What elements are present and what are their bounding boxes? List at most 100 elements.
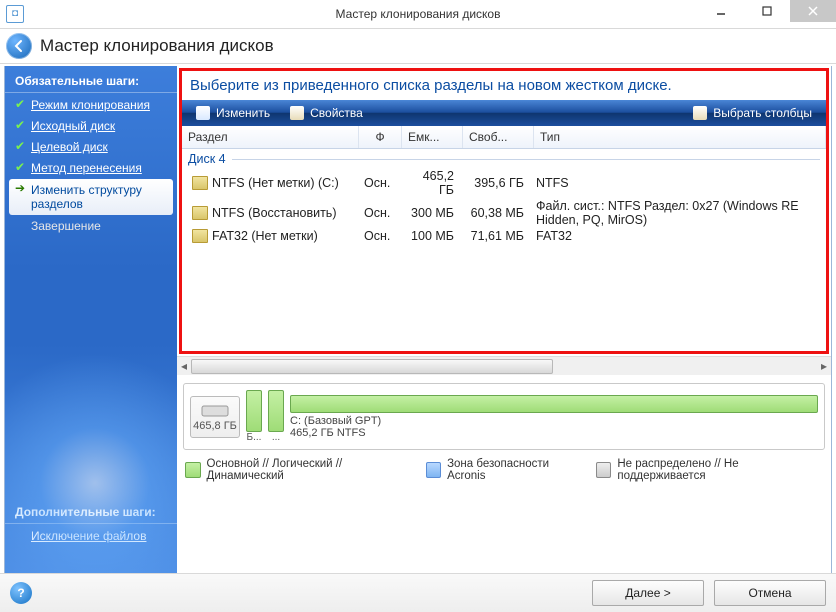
sidebar-step-finish: Завершение: [9, 216, 173, 236]
instruction-text: Выберите из приведенного списка разделы …: [182, 71, 826, 100]
back-button[interactable]: [6, 33, 32, 59]
cell-partition: FAT32 (Нет метки): [212, 229, 318, 243]
legend-swatch-unallocated: [596, 462, 612, 478]
page-title: Мастер клонирования дисков: [40, 36, 274, 56]
cancel-label: Отмена: [748, 586, 791, 600]
sidebar-step-label: Метод перенесения: [31, 161, 142, 175]
horizontal-scrollbar[interactable]: ◂ ▸: [177, 356, 831, 375]
col-free[interactable]: Своб...: [463, 126, 534, 148]
column-headers: Раздел Ф Емк... Своб... Тип: [182, 126, 826, 149]
mini-label: Б...: [247, 432, 262, 443]
help-icon: ?: [17, 586, 24, 600]
partition-block-small[interactable]: [246, 390, 262, 432]
sidebar-additional-label: Исключение файлов: [31, 529, 146, 543]
edit-icon: [196, 106, 210, 120]
columns-icon: [693, 106, 707, 120]
sidebar-step-label: Изменить структуру разделов: [31, 183, 142, 211]
next-label: Далее >: [625, 586, 671, 600]
disk-total-size: 465,8 ГБ: [193, 420, 237, 432]
toolbar-props-button[interactable]: Свойства: [280, 100, 373, 126]
partition-toolbar: Изменить Свойства Выбрать столбцы: [182, 100, 826, 126]
sidebar-step-change-layout[interactable]: ➔ Изменить структуру разделов: [9, 179, 173, 215]
cell-type: NTFS: [530, 176, 826, 190]
cell-capacity: 465,2 ГБ: [400, 169, 460, 197]
legend-swatch-primary: [185, 462, 201, 478]
partition-block-small[interactable]: [268, 390, 284, 432]
sidebar-step-clone-mode[interactable]: ✔ Режим клонирования: [9, 95, 173, 115]
maximize-button[interactable]: [744, 0, 790, 22]
cell-free: 395,6 ГБ: [460, 176, 530, 190]
sidebar-step-target-disk[interactable]: ✔ Целевой диск: [9, 137, 173, 157]
cell-flag: Осн.: [358, 229, 400, 243]
mini-label: ...: [272, 432, 280, 443]
highlight-frame: Выберите из приведенного списка разделы …: [179, 68, 829, 354]
footer: ? Далее > Отмена: [0, 573, 836, 612]
sidebar-step-label: Целевой диск: [31, 140, 108, 154]
next-button[interactable]: Далее >: [592, 580, 704, 606]
big-part-label-line1: C: (Базовый GPT): [290, 415, 381, 427]
disk-group-header[interactable]: Диск 4: [182, 149, 826, 168]
cell-partition: NTFS (Нет метки) (C:): [212, 176, 339, 190]
partition-list: Диск 4 NTFS (Нет метки) (C:) Осн. 465,2 …: [182, 149, 826, 351]
legend: Основной // Логический // Динамический З…: [185, 458, 823, 482]
check-icon: ✔: [15, 98, 27, 110]
cell-capacity: 300 МБ: [400, 206, 460, 220]
table-row[interactable]: NTFS (Восстановить) Осн. 300 МБ 60,38 МБ…: [182, 198, 826, 228]
sidebar-required-title: Обязательные шаги:: [5, 66, 177, 93]
hdd-icon: [201, 402, 229, 420]
sidebar-step-migration-method[interactable]: ✔ Метод перенесения: [9, 158, 173, 178]
cell-type: Файл. сист.: NTFS Раздел: 0x27 (Windows …: [530, 199, 826, 227]
legend-unalloc-label: Не распределено // Не поддерживается: [617, 458, 823, 482]
toolbar-edit-button[interactable]: Изменить: [186, 100, 280, 126]
toolbar-props-label: Свойства: [310, 106, 363, 120]
sidebar-additional-exclude-files[interactable]: Исключение файлов: [9, 526, 173, 546]
drive-icon: [192, 176, 208, 190]
sidebar-step-label: Исходный диск: [31, 119, 115, 133]
scroll-thumb[interactable]: [191, 359, 553, 374]
sidebar-step-label: Режим клонирования: [31, 98, 150, 112]
sidebar: Обязательные шаги: ✔ Режим клонирования …: [5, 66, 177, 573]
cancel-button[interactable]: Отмена: [714, 580, 826, 606]
minimize-button[interactable]: [698, 0, 744, 22]
sidebar-additional-title: Дополнительные шаги:: [5, 497, 177, 524]
col-partition[interactable]: Раздел: [182, 126, 359, 148]
disk-group-label: Диск 4: [188, 152, 226, 166]
sidebar-step-label: Завершение: [31, 219, 101, 233]
col-capacity[interactable]: Емк...: [402, 126, 463, 148]
col-flag[interactable]: Ф: [359, 126, 402, 148]
toolbar-edit-label: Изменить: [216, 106, 270, 120]
cell-flag: Осн.: [358, 206, 400, 220]
check-icon: ✔: [15, 119, 27, 131]
cell-free: 71,61 МБ: [460, 229, 530, 243]
cell-free: 60,38 МБ: [460, 206, 530, 220]
main-panel: Выберите из приведенного списка разделы …: [177, 66, 831, 573]
page-header: Мастер клонирования дисков: [0, 29, 836, 64]
arrow-right-icon: ➔: [15, 182, 27, 194]
sidebar-step-source-disk[interactable]: ✔ Исходный диск: [9, 116, 173, 136]
partition-block-main[interactable]: C: (Базовый GPT) 465,2 ГБ NTFS: [290, 395, 818, 439]
check-icon: ✔: [15, 161, 27, 173]
toolbar-choose-columns-button[interactable]: Выбрать столбцы: [683, 100, 822, 126]
legend-swatch-acronis: [426, 462, 442, 478]
properties-icon: [290, 106, 304, 120]
legend-acronis-label: Зона безопасности Acronis: [447, 458, 586, 482]
cell-capacity: 100 МБ: [400, 229, 460, 243]
cell-flag: Осн.: [358, 176, 400, 190]
disk-map: 465,8 ГБ Б... ... C: (Базовый GPT) 465,2…: [183, 383, 825, 450]
toolbar-choose-columns-label: Выбрать столбцы: [713, 106, 812, 120]
legend-primary-label: Основной // Логический // Динамический: [207, 458, 416, 482]
table-row[interactable]: FAT32 (Нет метки) Осн. 100 МБ 71,61 МБ F…: [182, 228, 826, 244]
titlebar: ◘ Мастер клонирования дисков: [0, 0, 836, 29]
col-type[interactable]: Тип: [534, 126, 826, 148]
close-button[interactable]: [790, 0, 836, 22]
scroll-right-icon[interactable]: ▸: [817, 357, 831, 374]
disk-icon[interactable]: 465,8 ГБ: [190, 396, 240, 438]
big-part-label-line2: 465,2 ГБ NTFS: [290, 427, 366, 439]
cell-type: FAT32: [530, 229, 826, 243]
table-row[interactable]: NTFS (Нет метки) (C:) Осн. 465,2 ГБ 395,…: [182, 168, 826, 198]
cell-partition: NTFS (Восстановить): [212, 206, 336, 220]
help-button[interactable]: ?: [10, 582, 32, 604]
drive-icon: [192, 229, 208, 243]
drive-icon: [192, 206, 208, 220]
scroll-left-icon[interactable]: ◂: [177, 357, 191, 374]
